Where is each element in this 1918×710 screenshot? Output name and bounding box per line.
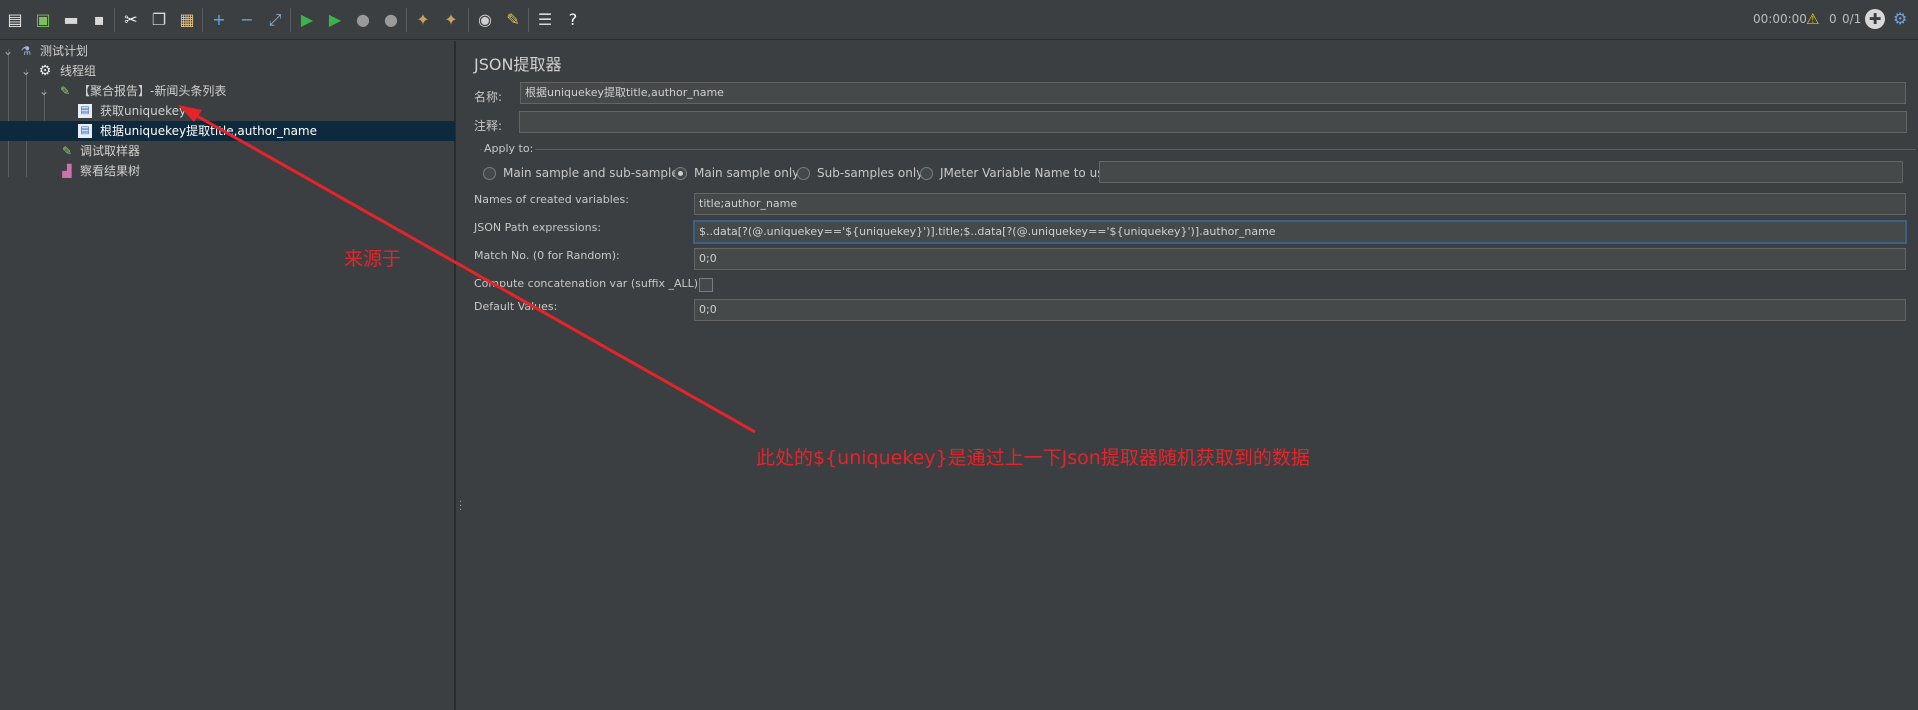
templates-icon[interactable]: ▣ bbox=[32, 9, 54, 31]
radio-main-and-sub[interactable] bbox=[483, 167, 496, 180]
tree-node-test-plan[interactable]: ⌄ ⚗ 测试计划 bbox=[0, 41, 455, 61]
name-field[interactable]: 根据uniquekey提取title,author_name bbox=[520, 82, 1906, 104]
tree-node-label: 测试计划 bbox=[40, 44, 89, 58]
toggle-icon[interactable]: ⤢ bbox=[264, 9, 286, 31]
shutdown-icon[interactable]: ● bbox=[380, 9, 402, 31]
tree-node-debug-sampler[interactable]: ✎ 调试取样器 bbox=[0, 141, 455, 161]
comment-field[interactable] bbox=[519, 111, 1907, 133]
thread-group-icon: ⚙ bbox=[38, 63, 52, 79]
radio-main-only[interactable] bbox=[674, 167, 687, 180]
search-icon[interactable]: ◉ bbox=[474, 9, 496, 31]
debug-sampler-icon: ✎ bbox=[61, 144, 73, 158]
name-label: 名称: bbox=[474, 90, 503, 104]
apply-to-label: Apply to: bbox=[482, 142, 536, 155]
clear-all-icon[interactable]: ✦ bbox=[440, 9, 462, 31]
collapse-icon[interactable]: − bbox=[236, 9, 258, 31]
panel-title: JSON提取器 bbox=[474, 55, 562, 74]
clear-icon[interactable]: ✦ bbox=[412, 9, 434, 31]
radio-sub-only[interactable] bbox=[797, 167, 810, 180]
radio-jmeter-variable[interactable] bbox=[920, 167, 933, 180]
toolbar-separator bbox=[114, 8, 115, 32]
start-no-pauses-icon[interactable]: ▶ bbox=[324, 9, 346, 31]
toolbar-separator bbox=[528, 8, 529, 32]
thread-count: 0/1 bbox=[1842, 12, 1862, 26]
chevron-down-icon[interactable]: ⌄ bbox=[3, 41, 13, 61]
jmeter-variable-field[interactable] bbox=[1099, 161, 1903, 183]
elapsed-timer: 00:00:00 bbox=[1753, 12, 1807, 26]
open-icon[interactable]: ▬ bbox=[60, 9, 82, 31]
toolbar: ▤ ▣ ▬ ▪ ✂ ❐ ▦ + − ⤢ ▶ ▶ ● ● ✦ ✦ ◉ ✎ ☰? 00:00:00 ⚠ 0 0/1 ✚ … bbox=[0, 0, 1918, 40]
chevron-down-icon[interactable]: ⌄ bbox=[21, 61, 31, 81]
sampler-icon: ✎ bbox=[59, 84, 71, 98]
toolbar-separator bbox=[468, 8, 469, 32]
concat-checkbox[interactable] bbox=[699, 278, 713, 292]
tree-node-label: 根据uniquekey提取title,author_name bbox=[100, 124, 318, 138]
json-extractor-panel: JSON提取器 名称: 根据uniquekey提取title,author_na… bbox=[464, 41, 1918, 710]
default-label: Default Values: bbox=[474, 300, 558, 313]
reset-search-icon[interactable]: ✎ bbox=[502, 9, 524, 31]
radio-label[interactable]: Main sample and sub-samples bbox=[503, 166, 685, 180]
view-results-tree-icon: ▟ bbox=[62, 164, 72, 178]
help-icon[interactable]: ? bbox=[562, 9, 584, 31]
variable-names-field[interactable]: title;author_name bbox=[694, 193, 1906, 215]
warning-count: 0 bbox=[1829, 12, 1837, 26]
match-label: Match No. (0 for Random): bbox=[474, 249, 620, 262]
match-number-field[interactable]: 0;0 bbox=[694, 248, 1906, 270]
path-label: JSON Path expressions: bbox=[474, 221, 602, 234]
copy-icon[interactable]: ❐ bbox=[148, 9, 170, 31]
comment-label: 注释: bbox=[474, 119, 503, 133]
radio-label[interactable]: Main sample only bbox=[694, 166, 799, 180]
tree-node-label: 获取uniquekey bbox=[100, 104, 187, 118]
tree-node-label: 【聚合报告】-新闻头条列表 bbox=[78, 84, 227, 98]
names-label: Names of created variables: bbox=[474, 193, 629, 206]
tree-node-view-results-tree[interactable]: ▟ 察看结果树 bbox=[0, 161, 455, 181]
start-icon[interactable]: ▶ bbox=[296, 9, 318, 31]
tree-node-sampler[interactable]: ⌄ ✎ 【聚合报告】-新闻头条列表 bbox=[0, 81, 455, 101]
toolbar-separator bbox=[290, 8, 291, 32]
test-plan-icon: ⚗ bbox=[20, 44, 32, 58]
warning-icon[interactable]: ⚠ bbox=[1806, 10, 1819, 28]
save-icon[interactable]: ▪ bbox=[88, 9, 110, 31]
tree-node-thread-group[interactable]: ⌄ ⚙ 线程组 bbox=[0, 61, 455, 81]
tree-node-label: 察看结果树 bbox=[80, 164, 141, 178]
remote-start-icon[interactable]: ✚ bbox=[1865, 9, 1885, 29]
default-values-field[interactable]: 0;0 bbox=[694, 299, 1906, 321]
test-plan-tree: ⌄ ⚗ 测试计划 ⌄ ⚙ 线程组 ⌄ ✎ 【聚合报告】-新闻头条列表 ▤ 获取u… bbox=[0, 41, 455, 710]
log-viewer-icon[interactable]: ⚙ bbox=[1893, 9, 1907, 28]
concat-label: Compute concatenation var (suffix _ALL): bbox=[474, 277, 702, 290]
tree-node-json-extractor-1[interactable]: ▤ 获取uniquekey bbox=[0, 101, 455, 121]
source-annotation: 来源于 bbox=[344, 248, 402, 270]
stop-icon[interactable]: ● bbox=[352, 9, 374, 31]
json-path-field[interactable]: $..data[?(@.uniquekey=='${uniquekey}')].… bbox=[694, 221, 1906, 243]
radio-label[interactable]: JMeter Variable Name to use bbox=[940, 166, 1111, 180]
note-annotation: 此处的${uniquekey}是通过上一下Json提取器随机获取到的数据 bbox=[756, 447, 1310, 469]
tree-node-json-extractor-2[interactable]: ▤ 根据uniquekey提取title,author_name bbox=[0, 121, 455, 141]
extractor-icon: ▤ bbox=[78, 104, 92, 118]
drag-handle-icon[interactable]: · · · bbox=[459, 498, 462, 516]
tree-node-label: 调试取样器 bbox=[80, 144, 141, 158]
radio-label[interactable]: Sub-samples only bbox=[817, 166, 923, 180]
paste-icon[interactable]: ▦ bbox=[176, 9, 198, 31]
function-helper-icon[interactable]: ☰ bbox=[534, 9, 556, 31]
cut-icon[interactable]: ✂ bbox=[120, 9, 142, 31]
toolbar-separator bbox=[406, 8, 407, 32]
extractor-icon: ▤ bbox=[78, 124, 92, 138]
tree-node-label: 线程组 bbox=[60, 64, 97, 78]
chevron-down-icon[interactable]: ⌄ bbox=[39, 81, 49, 101]
toolbar-separator bbox=[202, 8, 203, 32]
expand-icon[interactable]: + bbox=[208, 9, 230, 31]
new-icon[interactable]: ▤ bbox=[4, 9, 26, 31]
split-pane-divider[interactable]: · · · bbox=[455, 41, 464, 710]
